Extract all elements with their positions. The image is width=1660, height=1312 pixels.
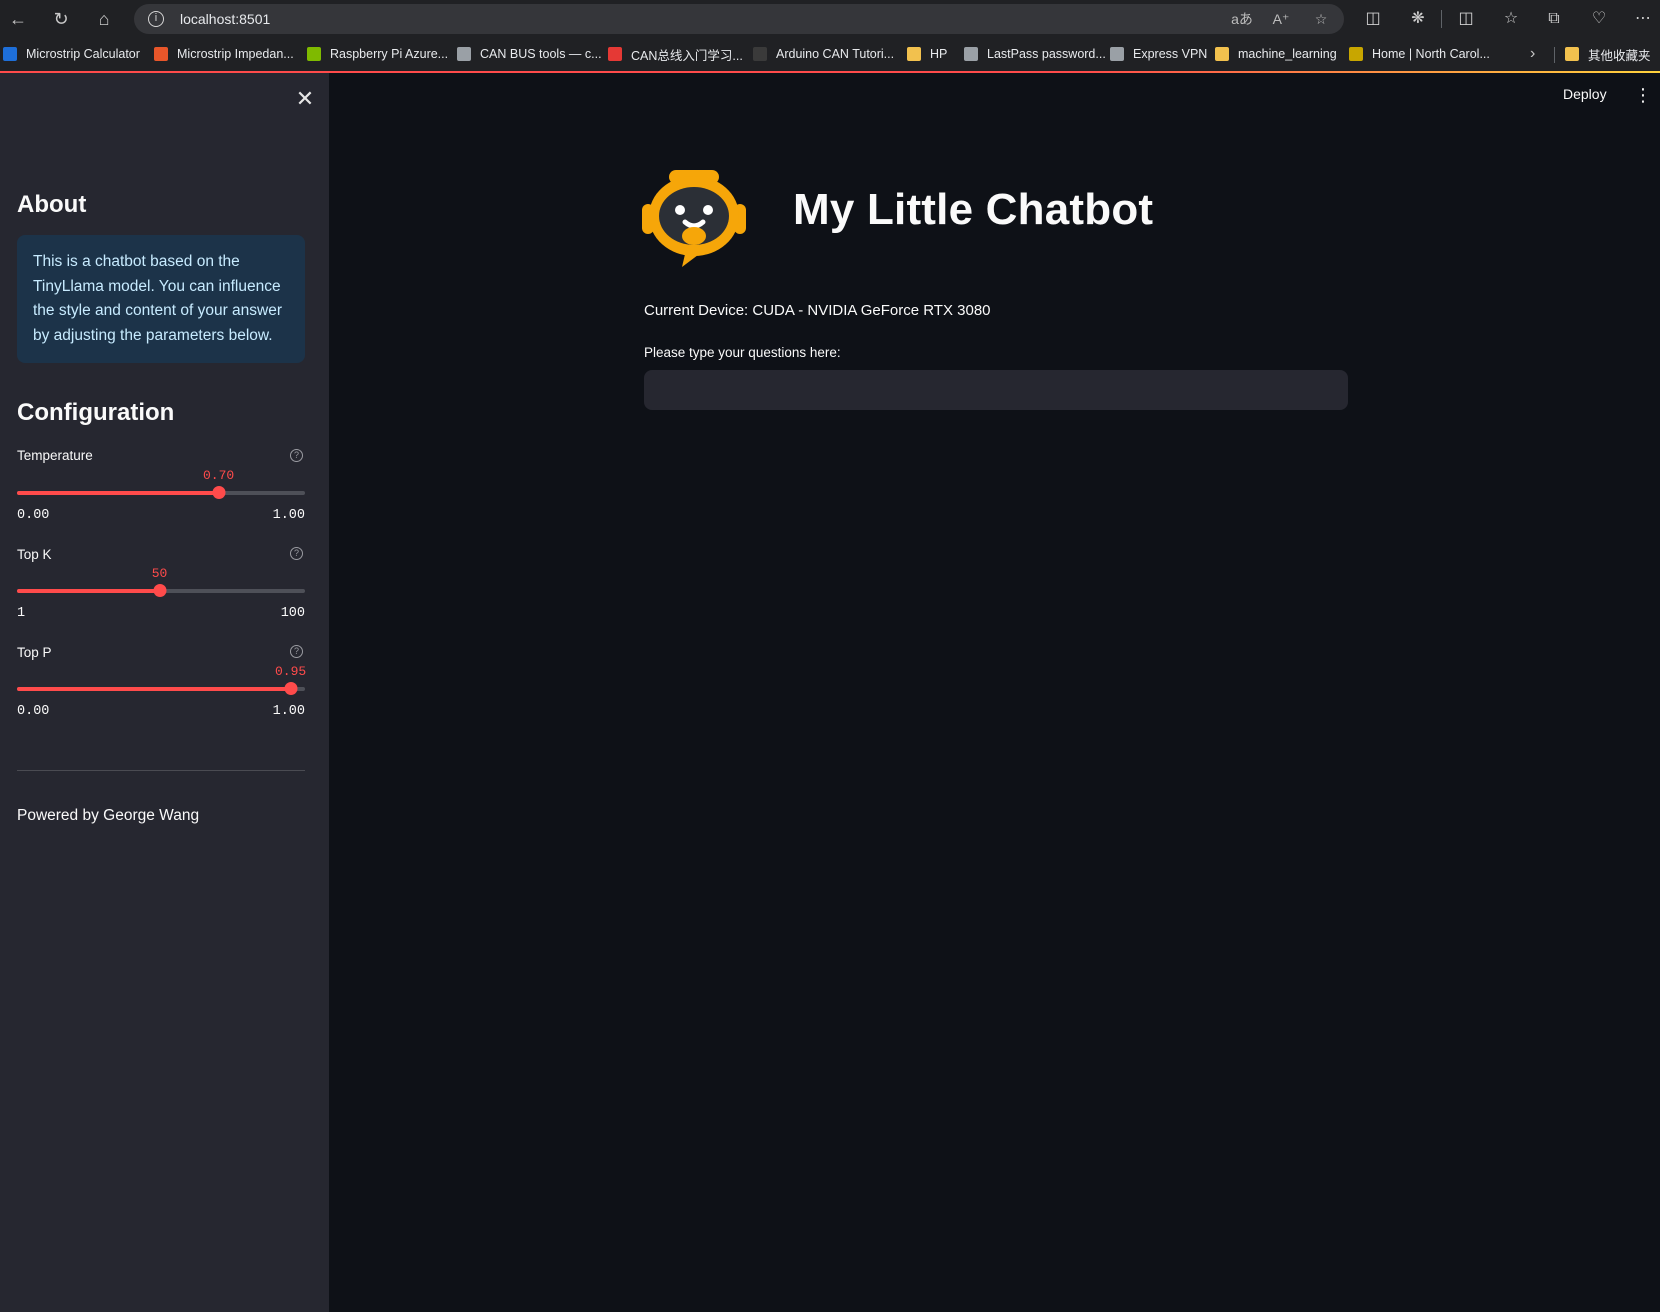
top-p-label: Top P [17,645,52,660]
reload-icon[interactable]: ↻ [46,5,76,33]
page-title: My Little Chatbot [793,185,1154,234]
bookmark-item[interactable]: Express VPN [1110,44,1207,64]
slider-fill [17,491,219,495]
back-arrow-icon[interactable]: ← [3,5,33,33]
bookmark-label: Microstrip Calculator [26,47,140,61]
address-url[interactable]: localhost:8501 [180,11,270,27]
slider-thumb[interactable] [284,682,298,695]
bookmark-item[interactable]: Home | North Carol... [1349,44,1490,64]
bookmark-item[interactable]: LastPass password... [964,44,1106,64]
read-aloud-icon[interactable]: A⁺ [1270,9,1292,29]
help-icon[interactable]: ? [290,449,303,462]
toolbar-divider [1441,10,1442,28]
bookmark-item[interactable]: Microstrip Impedan... [154,44,294,64]
slider-fill [17,589,160,593]
folder-icon [1215,47,1229,61]
bookmark-favicon [1349,47,1363,61]
sidebar-divider [17,770,305,771]
bookmark-label: machine_learning [1238,47,1337,61]
bookmarks-overflow-chevron-icon[interactable]: › [1530,44,1535,64]
help-icon[interactable]: ? [290,547,303,560]
bookmark-label: LastPass password... [987,47,1106,61]
bookmark-favicon [307,47,321,61]
favorites-list-icon[interactable]: ☆ [1498,8,1524,30]
temperature-max: 1.00 [272,508,305,523]
question-input-label: Please type your questions here: [644,345,841,360]
page-icon [964,47,978,61]
top-p-max: 1.00 [272,704,305,719]
bookmark-item[interactable]: machine_learning [1215,44,1337,64]
more-menu-icon[interactable]: ⋯ [1630,8,1656,30]
top-p-slider[interactable] [17,682,305,695]
temperature-slider[interactable] [17,486,305,499]
deploy-button[interactable]: Deploy [1563,86,1607,102]
top-k-min: 1 [17,606,26,621]
top-k-label: Top K [17,547,52,562]
bookmarks-bar: Microstrip Calculator Microstrip Impedan… [0,37,1660,71]
slider-thumb[interactable] [212,486,226,499]
bookmarks-divider [1554,47,1555,63]
bookmark-favicon [457,47,471,61]
bookmark-label: CAN总线入门学习... [631,48,743,63]
bookmark-label: HP [930,47,948,61]
extensions-puzzle-icon[interactable]: ❋ [1405,8,1431,30]
bookmark-favicon [753,47,767,61]
close-icon[interactable]: ✕ [293,87,317,111]
folder-icon [907,47,921,61]
temperature-label: Temperature [17,448,93,463]
site-info-icon[interactable]: i [148,11,164,27]
browser-essentials-icon[interactable]: ♡ [1586,8,1612,30]
extension-pill-icon[interactable]: ◫ [1360,8,1386,30]
bookmark-item[interactable]: Raspberry Pi Azure... [307,44,448,64]
top-k-max: 100 [280,606,305,621]
bookmark-favicon [3,47,17,61]
temperature-min: 0.00 [17,508,50,523]
top-k-slider[interactable] [17,584,305,597]
chatbot-logo-icon [642,170,746,267]
bookmark-label: Arduino CAN Tutori... [776,47,895,61]
bookmark-item[interactable]: Microstrip Calculator [3,44,140,64]
main-menu-icon[interactable]: ⋮ [1634,86,1652,106]
about-heading: About [17,191,87,218]
bookmark-label: Home | North Carol... [1372,47,1490,61]
help-icon[interactable]: ? [290,645,303,658]
bookmark-favicon [608,47,622,61]
top-p-min: 0.00 [17,704,50,719]
address-bar[interactable]: i localhost:8501 aあ A⁺ ☆ [134,4,1344,34]
folder-icon [1565,47,1579,61]
question-input[interactable] [644,370,1348,410]
about-text: This is a chatbot based on the TinyLlama… [33,253,283,344]
device-status-text: Current Device: CUDA - NVIDIA GeForce RT… [644,302,991,319]
temperature-value: 0.70 [202,468,235,483]
top-k-value: 50 [151,566,168,581]
translate-icon[interactable]: aあ [1231,9,1253,29]
page-icon [1110,47,1124,61]
browser-toolbar: ← ↻ ⌂ i localhost:8501 aあ A⁺ ☆ ◫ ❋ ◫ ☆ ⧉… [0,0,1660,37]
bookmark-label: CAN BUS tools — c... [480,47,602,61]
bookmark-label: Express VPN [1133,47,1208,61]
bookmark-item-other-favorites[interactable]: 其他收藏夹 [1565,44,1651,64]
bookmark-favicon [154,47,168,61]
bookmark-label: 其他收藏夹 [1588,48,1651,63]
bookmark-item[interactable]: CAN BUS tools — c... [457,44,602,64]
bookmark-label: Microstrip Impedan... [177,47,294,61]
bookmark-label: Raspberry Pi Azure... [330,47,449,61]
bookmark-item[interactable]: HP [907,44,947,64]
home-icon[interactable]: ⌂ [89,5,119,33]
top-p-value: 0.95 [274,664,307,679]
bookmark-item[interactable]: Arduino CAN Tutori... [753,44,894,64]
slider-thumb[interactable] [153,584,167,597]
powered-by-text: Powered by George Wang [17,807,200,824]
about-info-box: This is a chatbot based on the TinyLlama… [17,235,305,363]
collections-icon[interactable]: ⧉ [1541,8,1567,30]
slider-fill [17,687,291,691]
bookmark-item[interactable]: CAN总线入门学习... [608,44,743,64]
favorite-star-icon[interactable]: ☆ [1310,9,1332,29]
split-screen-icon[interactable]: ◫ [1453,8,1479,30]
sidebar: ✕ About This is a chatbot based on the T… [0,73,329,1312]
configuration-heading: Configuration [17,399,175,426]
